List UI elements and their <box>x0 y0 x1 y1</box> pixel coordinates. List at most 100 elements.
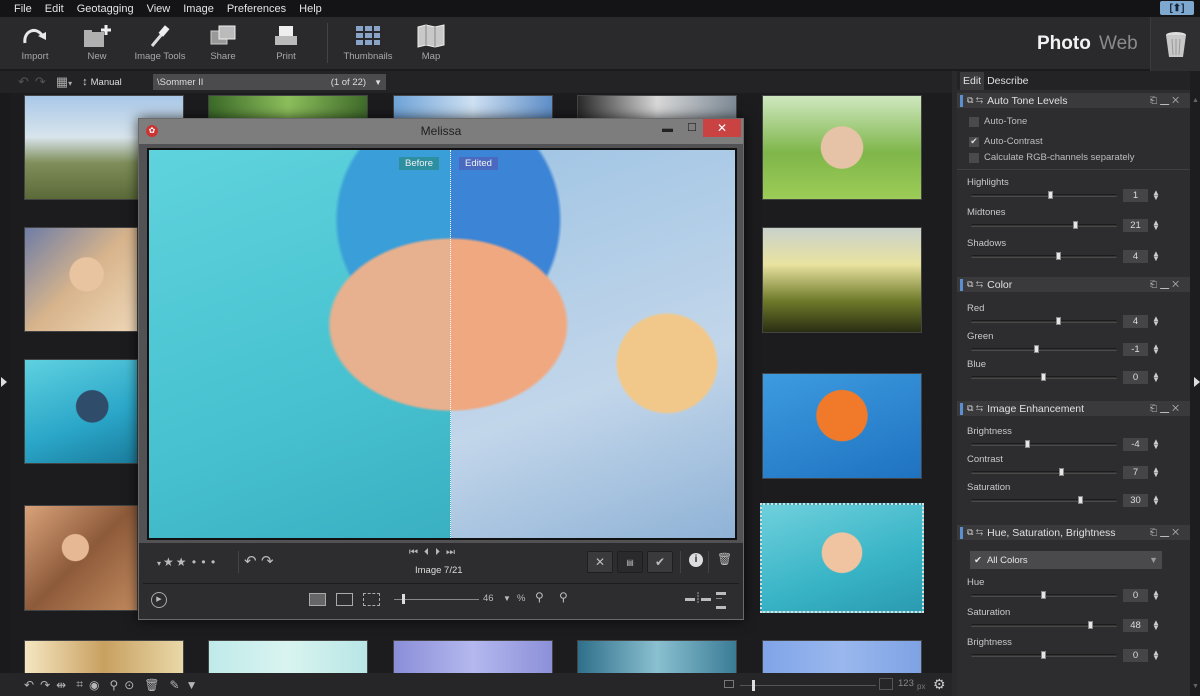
slider-track[interactable] <box>971 317 1117 325</box>
thumbnail[interactable] <box>24 227 138 332</box>
rating-stars[interactable]: ▾ ★ ★ • • • <box>157 555 215 569</box>
spinner-arrows-icon[interactable]: ▲ ▼ <box>1152 250 1160 263</box>
reset-icon[interactable]: ⎗ <box>1150 403 1160 413</box>
value-input[interactable]: 4 <box>1123 250 1148 263</box>
next-image-icon[interactable]: ⏵ <box>435 547 446 558</box>
close-button[interactable]: ✕ <box>703 119 741 137</box>
slider-track[interactable] <box>971 591 1117 599</box>
small-thumb-icon[interactable] <box>724 680 734 688</box>
thumbnail[interactable] <box>762 640 922 673</box>
thumbnail-size-slider[interactable] <box>740 680 876 691</box>
slider-thumb[interactable] <box>1087 621 1093 629</box>
back-arrow-icon[interactable]: ↶ <box>18 74 29 90</box>
zoom-out-icon[interactable]: ⚲ <box>559 590 568 604</box>
slider-thumb[interactable] <box>1077 496 1083 504</box>
zoom-in-icon[interactable]: ⚲ <box>535 590 544 604</box>
fullscreen-icon[interactable] <box>363 593 380 606</box>
value-input[interactable]: -1 <box>1123 343 1148 356</box>
value-input[interactable]: -4 <box>1123 438 1148 451</box>
thumbnail[interactable] <box>762 373 922 479</box>
edit-metadata-icon[interactable]: ✎ <box>170 678 180 692</box>
split-horizontal-icon[interactable]: ▬ ┄ ▬ <box>716 588 726 612</box>
compare-button[interactable]: ▤ <box>617 551 643 573</box>
spinner-arrows-icon[interactable]: ▲ ▼ <box>1152 649 1160 662</box>
star-empty-icon[interactable]: • <box>208 555 215 569</box>
tab-edit[interactable]: Edit <box>960 72 985 90</box>
close-icon[interactable]: ✕ <box>1172 527 1182 537</box>
maximize-button[interactable]: ☐ <box>687 121 697 134</box>
rotate-right-icon[interactable]: ↷ <box>261 552 274 570</box>
viewer-titlebar[interactable]: ✿ Melissa ▬ ☐ ✕ <box>139 119 743 144</box>
checkbox[interactable] <box>969 152 979 163</box>
section-toggle-icon[interactable]: ⧉ ⇆ <box>967 403 983 414</box>
previous-image-icon[interactable]: ⏴ <box>424 547 435 558</box>
scroll-up-icon[interactable]: ▲ <box>1192 97 1199 104</box>
section-toggle-icon[interactable]: ⧉ ⇆ <box>967 95 983 106</box>
spinner-arrows-icon[interactable]: ▲ ▼ <box>1152 371 1160 384</box>
fit-view-icon[interactable] <box>309 593 326 606</box>
import-button[interactable]: Import <box>0 21 70 62</box>
zoom-icon[interactable]: ⚲ <box>109 678 118 692</box>
spinner-arrows-icon[interactable]: ▲ ▼ <box>1152 619 1160 632</box>
crop-icon[interactable]: ⌗ <box>76 677 83 692</box>
settings-gear-icon[interactable]: ⚙ <box>933 676 946 693</box>
slider-thumb[interactable] <box>1055 252 1061 260</box>
sort-mode-label[interactable]: Manual <box>91 77 122 88</box>
sort-icon[interactable]: ↕ <box>82 76 88 88</box>
star-empty-icon[interactable]: • <box>189 555 196 569</box>
menu-geotagging[interactable]: Geotagging <box>77 3 134 15</box>
spinner-arrows-icon[interactable]: ▲ ▼ <box>1152 343 1160 356</box>
spinner-arrows-icon[interactable]: ▲ ▼ <box>1152 466 1160 479</box>
slider-thumb[interactable] <box>1073 221 1079 229</box>
delete-icon[interactable]: 🗑 <box>144 678 159 692</box>
rotate-left-icon[interactable]: ↶ <box>244 552 257 570</box>
zoom-slider-thumb[interactable] <box>402 594 405 604</box>
trash-button[interactable] <box>1150 17 1200 72</box>
minimize-icon[interactable]: ▁ <box>1160 95 1172 105</box>
value-input[interactable]: 0 <box>1123 649 1148 662</box>
left-panel-toggle[interactable] <box>0 93 10 673</box>
value-input[interactable]: 7 <box>1123 466 1148 479</box>
spinner-arrows-icon[interactable]: ▲ ▼ <box>1152 438 1160 451</box>
minimize-icon[interactable]: ▁ <box>1160 527 1172 537</box>
thumbnail[interactable] <box>24 505 138 611</box>
section-color-header[interactable]: ⧉ ⇆ Color ⎗▁✕ <box>957 277 1190 292</box>
value-input[interactable]: 21 <box>1123 219 1148 232</box>
value-input[interactable]: 0 <box>1123 589 1148 602</box>
section-toggle-icon[interactable]: ⧉ ⇆ <box>967 527 983 538</box>
value-input[interactable]: 48 <box>1123 619 1148 632</box>
web-mode-tab[interactable]: Web <box>1099 33 1138 55</box>
reset-icon[interactable]: ⎗ <box>1150 527 1160 537</box>
slider-thumb[interactable] <box>1041 373 1046 381</box>
thumbnail[interactable] <box>762 95 922 200</box>
slider-thumb[interactable] <box>1033 345 1039 353</box>
minimize-button[interactable]: ▬ <box>662 123 673 135</box>
reset-icon[interactable]: ⎗ <box>1150 279 1160 289</box>
checkbox[interactable] <box>969 116 979 127</box>
view-layout-icon[interactable]: ▦▾ <box>56 74 72 90</box>
spinner-arrows-icon[interactable]: ▲ ▼ <box>1152 494 1160 507</box>
large-thumb-icon[interactable] <box>879 678 893 690</box>
split-divider[interactable] <box>450 150 451 538</box>
section-auto-tone-header[interactable]: ⧉ ⇆ Auto Tone Levels ⎗▁✕ <box>957 93 1190 108</box>
close-icon[interactable]: ✕ <box>1172 403 1182 413</box>
thumbnail[interactable] <box>208 95 368 119</box>
minimize-icon[interactable]: ▁ <box>1160 279 1172 289</box>
menu-view[interactable]: View <box>147 3 171 15</box>
image-tools-button[interactable]: Image Tools <box>125 21 195 62</box>
checkbox-auto-tone[interactable]: Auto-Tone <box>969 116 1027 127</box>
slider-thumb[interactable] <box>1041 591 1046 599</box>
close-icon[interactable]: ✕ <box>1172 95 1182 105</box>
last-image-icon[interactable]: ⏭ <box>446 547 461 558</box>
star-filled-icon[interactable]: ★ <box>163 555 174 569</box>
thumbnail[interactable] <box>208 640 368 673</box>
slider-thumb[interactable] <box>1048 191 1054 199</box>
checkbox-rgb-separately[interactable]: Calculate RGB-channels separately <box>969 152 1135 163</box>
star-filled-icon[interactable]: ★ <box>176 555 187 569</box>
delete-icon[interactable]: 🗑 <box>717 552 732 566</box>
value-input[interactable]: 1 <box>1123 189 1148 202</box>
share-button[interactable]: Share <box>188 21 258 62</box>
thumbnail[interactable] <box>393 95 553 119</box>
thumbnail[interactable] <box>24 640 184 673</box>
close-icon[interactable]: ✕ <box>1172 279 1182 289</box>
